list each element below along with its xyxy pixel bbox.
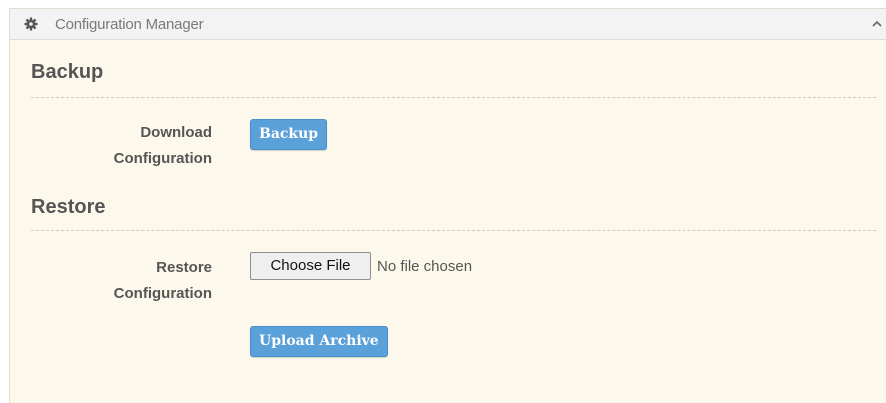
file-status-text: No file chosen bbox=[377, 258, 473, 275]
restore-section-title: Restore bbox=[31, 196, 106, 218]
panel-header: Configuration Manager bbox=[10, 9, 886, 40]
configuration-manager-panel: Configuration Manager Backup Download Co… bbox=[9, 8, 886, 403]
restore-configuration-label-line2: Configuration bbox=[113, 285, 212, 302]
backup-button[interactable]: Backup bbox=[250, 119, 328, 150]
panel-title: Configuration Manager bbox=[55, 16, 204, 33]
backup-section-title: Backup bbox=[31, 61, 104, 83]
chevron-up-icon[interactable] bbox=[870, 17, 884, 31]
restore-configuration-label-line1: Restore bbox=[156, 259, 212, 276]
download-configuration-label-line1: Download bbox=[140, 124, 212, 141]
gear-icon bbox=[24, 17, 38, 31]
restore-divider bbox=[31, 230, 876, 231]
restore-configuration-label: Restore Configuration bbox=[50, 255, 212, 307]
download-configuration-label-line2: Configuration bbox=[113, 150, 212, 167]
backup-divider bbox=[31, 97, 876, 98]
download-configuration-label: Download Configuration bbox=[50, 120, 212, 172]
upload-archive-button[interactable]: Upload Archive bbox=[250, 326, 388, 357]
choose-file-button[interactable]: Choose File bbox=[250, 252, 371, 280]
